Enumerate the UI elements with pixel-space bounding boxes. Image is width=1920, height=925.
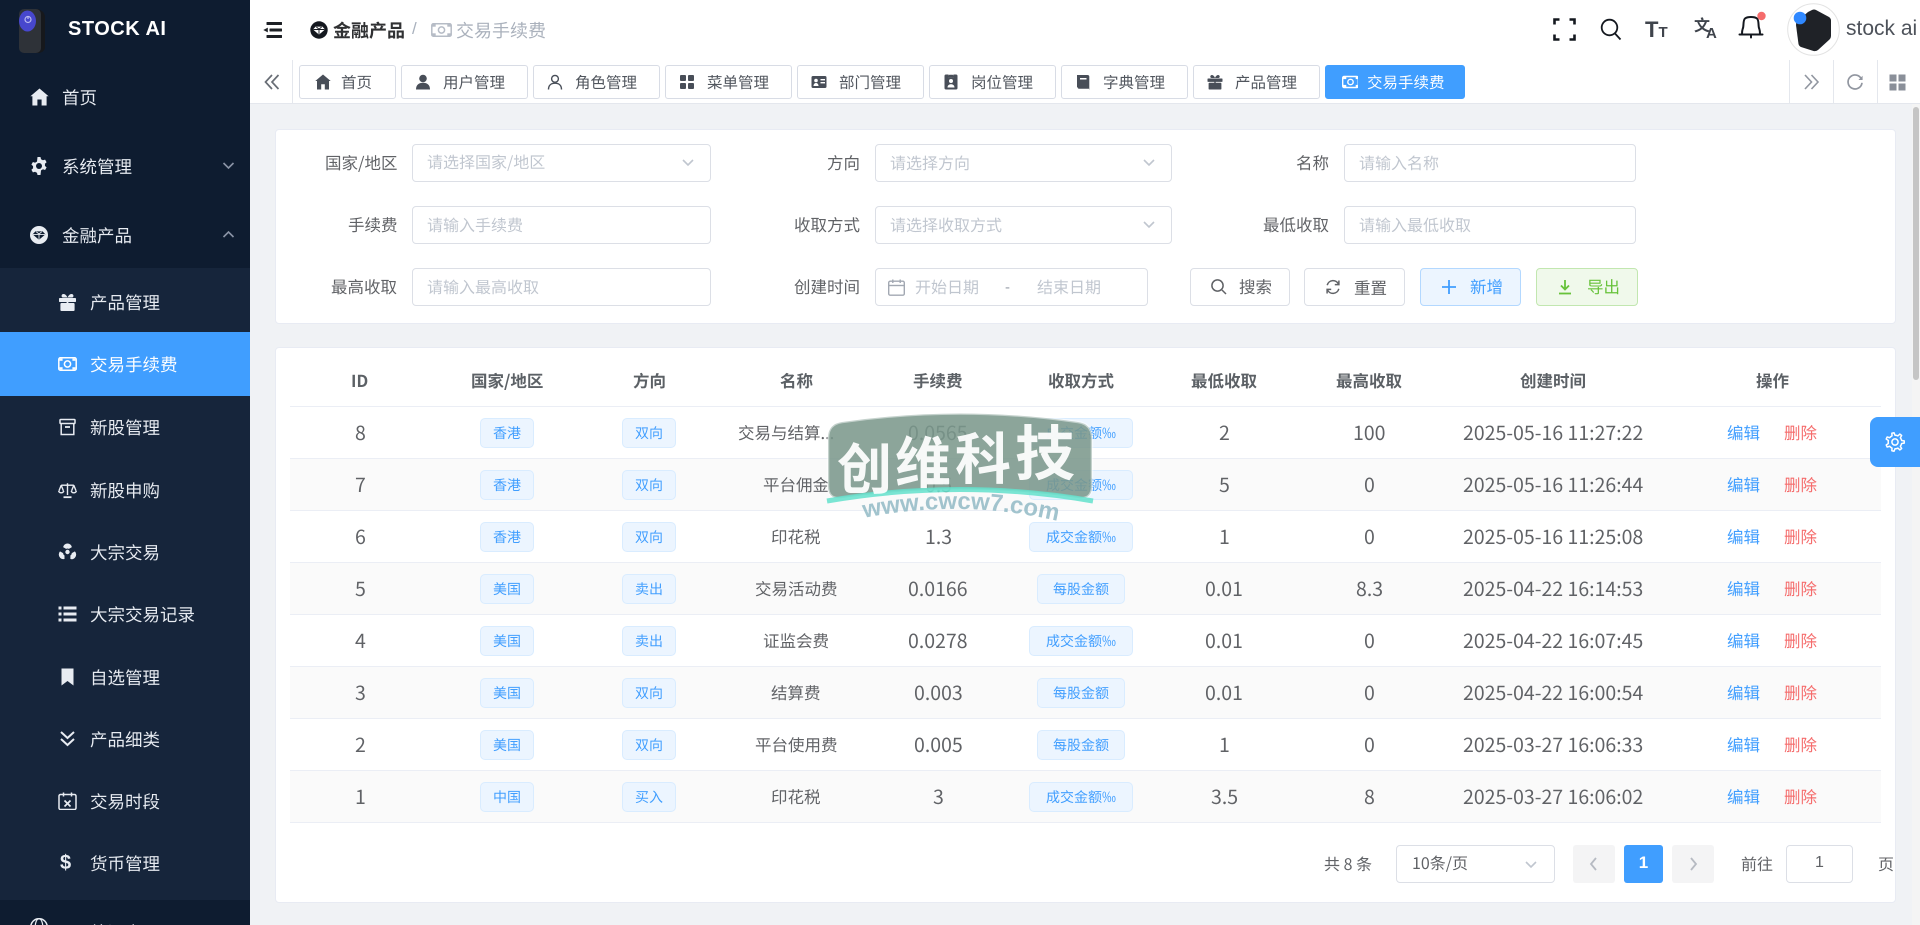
svg-text:www.cwcw7.com: www.cwcw7.com <box>859 490 1062 527</box>
